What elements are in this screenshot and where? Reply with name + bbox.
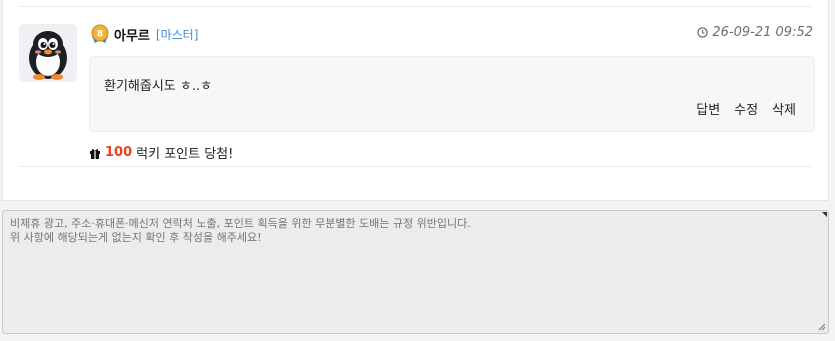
lucky-points-label: 럭키 포인트 당첨! [136,147,234,162]
resize-handle-icon[interactable] [818,323,826,331]
divider [19,6,812,7]
delete-button[interactable]: 삭제 [772,99,796,118]
penguin-avatar-icon [19,24,77,82]
corner-marker [822,212,827,217]
reply-form [2,210,829,334]
comment-actions: 답변 수정 삭제 [696,99,796,118]
edit-button[interactable]: 수정 [734,99,758,118]
reply-button[interactable]: 답변 [696,99,720,118]
level-number: 8 [97,30,103,40]
lucky-points-notice: 100 럭키 포인트 당첨! [89,143,233,162]
level-badge-icon: 8 [91,24,109,43]
comment-body: 환기해줍시도 ㅎ..ㅎ 답변 수정 삭제 [89,56,815,132]
divider [19,166,812,167]
comment-card: 8 아무르 [마스터] 26-09-21 09:52 환기해줍시도 ㅎ..ㅎ 답… [2,0,829,201]
comment-timestamp: 26-09-21 09:52 [697,25,813,40]
gift-icon [90,148,100,159]
user-role: [마스터] [155,27,199,42]
clock-icon [697,27,709,38]
timestamp-text: 26-09-21 09:52 [712,25,813,40]
comment-input[interactable] [3,211,828,333]
username[interactable]: 아무르 [114,25,150,44]
comment-text: 환기해줍시도 ㅎ..ㅎ [104,79,213,94]
lucky-points-value: 100 [105,145,133,160]
avatar[interactable] [19,24,77,82]
comment-header: 8 아무르 [마스터] [89,24,198,44]
